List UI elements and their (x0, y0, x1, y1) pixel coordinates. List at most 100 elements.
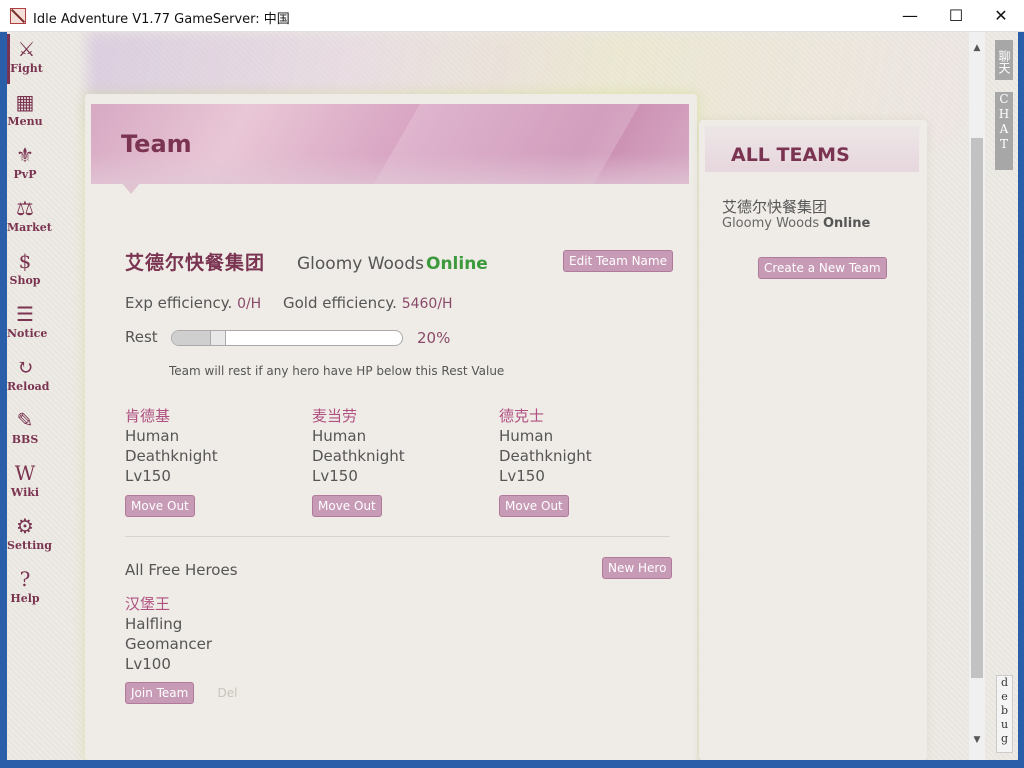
hero-level: Lv150 (499, 466, 669, 486)
swords-icon: ⚔ (14, 36, 40, 62)
section-divider (125, 536, 670, 537)
hero-class: Deathknight (499, 446, 669, 466)
help-icon: ? (12, 566, 38, 592)
sidebar-item-label: BBS (7, 433, 43, 446)
gold-efficiency: Gold efficiency. 5460/H (283, 294, 453, 312)
team-location: Gloomy Woods (297, 254, 424, 274)
window-frame-left (0, 32, 7, 768)
sidebar-item-label: PvP (7, 168, 43, 181)
sidebar-item-label: Shop (7, 274, 43, 287)
hero-race: Human (312, 426, 482, 446)
rest-value: 20% (417, 329, 450, 347)
exp-efficiency-label: Exp efficiency. (125, 294, 232, 312)
hero-level: Lv100 (125, 654, 325, 674)
sidebar-item-menu[interactable]: ▦ Menu (7, 87, 43, 137)
window-frame-bottom (0, 760, 1024, 768)
sidebar-item-notice[interactable]: ☰ Notice (7, 299, 43, 349)
bag-icon: $ (12, 248, 38, 274)
sidebar-item-label: Wiki (7, 486, 43, 499)
team-list-item-name[interactable]: 艾德尔快餐集团 (722, 196, 827, 217)
all-teams-title: ALL TEAMS (731, 144, 850, 166)
chat-tab-chinese[interactable]: 聊天 (995, 40, 1013, 80)
sidebar-item-label: Menu (7, 115, 43, 128)
trophy-icon: ⚜ (12, 142, 38, 168)
join-team-button[interactable]: Join Team (125, 682, 194, 704)
hero-name: 德克士 (499, 406, 669, 426)
hero-name: 汉堡王 (125, 594, 325, 614)
debug-tab-letter: u (997, 718, 1012, 732)
team-list-item-location: Gloomy Woods (722, 216, 819, 231)
minimize-button[interactable]: — (887, 0, 933, 32)
rest-label: Rest (125, 328, 158, 346)
window-titlebar: Idle Adventure V1.77 GameServer: 中国 — ☐ … (0, 0, 1024, 32)
hero-class: Geomancer (125, 634, 325, 654)
move-out-button[interactable]: Move Out (499, 495, 569, 517)
sidebar-item-label: Help (7, 592, 43, 605)
free-heroes-label: All Free Heroes (125, 561, 238, 579)
document-icon: ☰ (12, 301, 38, 327)
reload-icon: ↻ (12, 354, 38, 380)
team-name: 艾德尔快餐集团 (125, 248, 265, 275)
debug-tab[interactable]: d e b u g (996, 675, 1013, 753)
sidebar-item-label: Reload (7, 380, 43, 393)
sidebar-item-help[interactable]: ? Help (7, 564, 43, 614)
sidebar-item-label: Notice (7, 327, 43, 340)
maximize-button[interactable]: ☐ (933, 0, 979, 32)
scales-icon: ⚖ (12, 195, 38, 221)
exp-efficiency-value: 0/H (237, 296, 261, 312)
panel-title: Team (121, 130, 192, 158)
scroll-down-arrow-icon[interactable]: ▼ (969, 732, 985, 748)
hero-race: Human (125, 426, 295, 446)
scroll-up-arrow-icon[interactable]: ▲ (969, 40, 985, 56)
sidebar-item-fight[interactable]: ⚔ Fight (7, 34, 43, 84)
app-icon (10, 8, 26, 24)
sidebar-item-label: Market (7, 221, 43, 234)
hero-name: 肯德基 (125, 406, 295, 426)
sidebar-item-reload[interactable]: ↻ Reload (7, 352, 43, 402)
hero-class: Deathknight (125, 446, 295, 466)
chat-bubble-icon: ✎ (12, 407, 38, 433)
grid-icon: ▦ (12, 89, 38, 115)
scrollbar-thumb[interactable] (971, 138, 983, 678)
hero-race: Halfling (125, 614, 325, 634)
free-hero-card: 汉堡王 Halfling Geomancer Lv100 Join Team D… (125, 594, 325, 704)
hero-level: Lv150 (312, 466, 482, 486)
all-teams-panel: ALL TEAMS 艾德尔快餐集团 Gloomy Woods Online Cr… (699, 120, 927, 760)
sidebar-item-setting[interactable]: ⚙ Setting (7, 511, 43, 561)
team-header-banner: Team (91, 104, 689, 184)
create-team-button[interactable]: Create a New Team (758, 257, 887, 279)
rest-slider[interactable] (171, 330, 403, 346)
chat-tab-letter: H (995, 107, 1013, 122)
rest-slider-handle[interactable] (210, 331, 226, 345)
team-status: Online (426, 254, 488, 274)
vertical-scrollbar[interactable]: ▲ ▼ (969, 32, 985, 760)
header-notch (121, 182, 141, 194)
sidebar-item-pvp[interactable]: ⚜ PvP (7, 140, 43, 190)
gold-efficiency-value: 5460/H (402, 296, 453, 312)
chat-tab-letter: C (995, 92, 1013, 107)
sidebar-item-market[interactable]: ⚖ Market (7, 193, 43, 243)
move-out-button[interactable]: Move Out (125, 495, 195, 517)
team-hero-card: 肯德基 Human Deathknight Lv150 Move Out (125, 406, 295, 517)
move-out-button[interactable]: Move Out (312, 495, 382, 517)
sidebar-item-shop[interactable]: $ Shop (7, 246, 43, 296)
sidebar-item-label: Setting (7, 539, 43, 552)
hero-name: 麦当劳 (312, 406, 482, 426)
sidebar-item-label: Fight (10, 62, 43, 75)
rest-hint: Team will rest if any hero have HP below… (169, 364, 504, 378)
delete-hero-link[interactable]: Del (217, 686, 237, 700)
sidebar-item-wiki[interactable]: W Wiki (7, 458, 43, 508)
chat-tab-letter: T (995, 137, 1013, 152)
gear-icon: ⚙ (12, 513, 38, 539)
edit-team-name-button[interactable]: Edit Team Name (563, 250, 673, 272)
debug-tab-letter: e (997, 690, 1012, 704)
gold-efficiency-label: Gold efficiency. (283, 294, 397, 312)
close-button[interactable]: ✕ (978, 0, 1024, 32)
sidebar-item-bbs[interactable]: ✎ BBS (7, 405, 43, 455)
chat-tab-letter: A (995, 122, 1013, 137)
game-client: ⚔ Fight ▦ Menu ⚜ PvP ⚖ Market $ Shop ☰ N… (7, 32, 1018, 760)
hero-class: Deathknight (312, 446, 482, 466)
chat-tab[interactable]: C H A T (995, 92, 1013, 170)
new-hero-button[interactable]: New Hero (602, 557, 672, 579)
window-frame-right (1018, 32, 1024, 768)
